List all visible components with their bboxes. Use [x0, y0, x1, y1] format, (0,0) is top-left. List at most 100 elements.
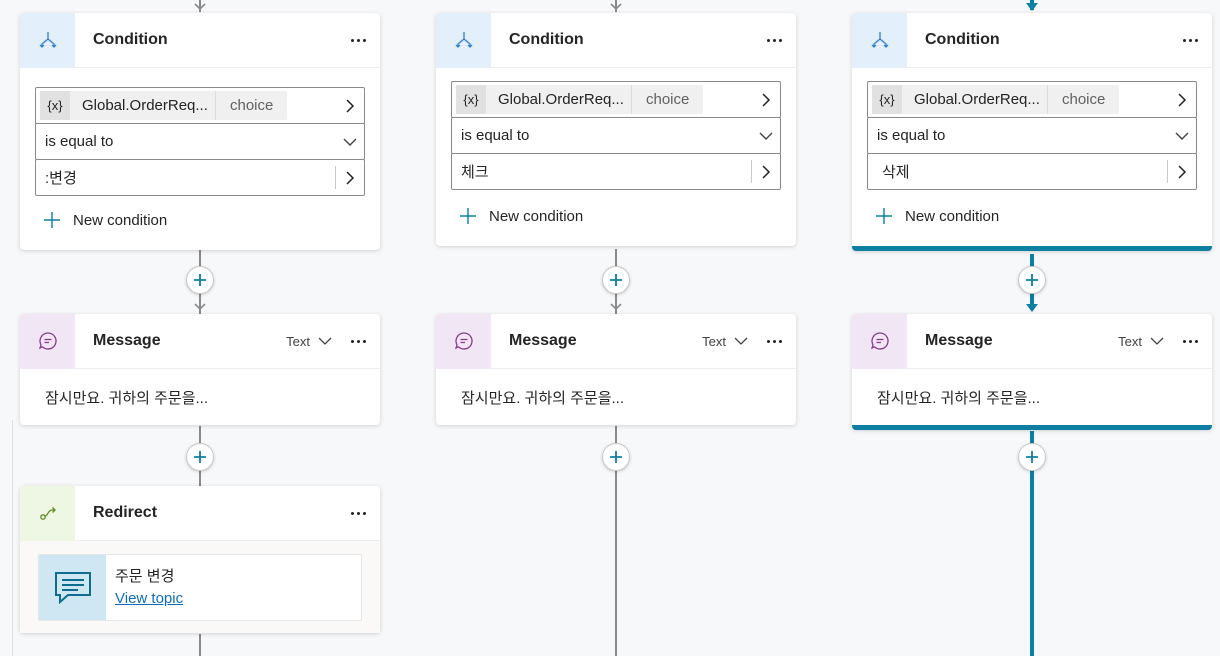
- branch-icon: [852, 12, 907, 68]
- add-node-button[interactable]: [186, 443, 214, 471]
- more-options-icon[interactable]: [340, 22, 376, 58]
- format-dropdown[interactable]: Text: [286, 334, 332, 349]
- condition-card[interactable]: Condition {x} Global.OrderReq... choice …: [20, 12, 380, 250]
- branch-icon: [436, 12, 491, 68]
- operator-value: is equal to: [877, 127, 946, 144]
- variable-field[interactable]: {x} Global.OrderReq... choice: [451, 81, 781, 118]
- new-condition-button[interactable]: New condition: [867, 198, 1197, 234]
- operator-value: is equal to: [45, 133, 114, 150]
- chevron-right-icon[interactable]: [752, 164, 780, 180]
- variable-type: choice: [215, 91, 287, 120]
- value-field[interactable]: :변경: [35, 159, 365, 196]
- connector-arrow-icon: [609, 2, 623, 12]
- chevron-down-icon: [318, 337, 332, 345]
- operator-dropdown[interactable]: is equal to: [867, 117, 1197, 154]
- operator-dropdown[interactable]: is equal to: [35, 123, 365, 160]
- plus-icon: [194, 451, 206, 463]
- add-node-button[interactable]: [602, 266, 630, 294]
- condition-header: Condition: [852, 12, 1212, 68]
- branch-icon: [20, 12, 75, 68]
- authoring-canvas[interactable]: Condition {x} Global.OrderReq... choice …: [0, 0, 1220, 656]
- add-node-button[interactable]: [602, 443, 630, 471]
- plus-icon: [1026, 274, 1038, 286]
- plus-icon: [610, 451, 622, 463]
- connector-arrow-icon: [609, 302, 623, 312]
- branch-column-3: Condition {x} Global.OrderReq... choice …: [852, 0, 1212, 656]
- chevron-down-icon[interactable]: [752, 131, 780, 141]
- chat-bubble-icon: [852, 313, 907, 369]
- chevron-right-icon[interactable]: [1168, 92, 1196, 108]
- condition-title: Condition: [93, 31, 168, 48]
- variable-name: Global.OrderReq...: [82, 97, 208, 114]
- variable-token[interactable]: {x} Global.OrderReq... choice: [872, 85, 1120, 114]
- variable-icon: {x}: [456, 85, 486, 114]
- message-title: Message: [93, 332, 161, 349]
- variable-field[interactable]: {x} Global.OrderReq... choice: [35, 87, 365, 124]
- message-text[interactable]: 잠시만요. 귀하의 주문을...: [436, 369, 796, 425]
- branch-column-1: Condition {x} Global.OrderReq... choice …: [20, 0, 380, 656]
- add-node-button[interactable]: [1018, 443, 1046, 471]
- chevron-down-icon[interactable]: [336, 137, 364, 147]
- chevron-right-icon[interactable]: [752, 92, 780, 108]
- value-field[interactable]: 체크: [451, 153, 781, 190]
- more-options-icon[interactable]: [1172, 323, 1208, 359]
- value-text[interactable]: :변경: [36, 167, 335, 188]
- operator-dropdown[interactable]: is equal to: [451, 117, 781, 154]
- message-card[interactable]: Message Text 잠시만요. 귀하의 주문을...: [20, 313, 380, 425]
- variable-name: Global.OrderReq...: [498, 91, 624, 108]
- variable-token[interactable]: {x} Global.OrderReq... choice: [456, 85, 704, 114]
- message-card-selected[interactable]: Message Text 잠시만요. 귀하의 주문을...: [852, 313, 1212, 430]
- plus-icon: [1026, 451, 1038, 463]
- value-field[interactable]: 삭제: [867, 153, 1197, 190]
- redirect-title: Redirect: [93, 504, 158, 521]
- more-options-icon[interactable]: [340, 323, 376, 359]
- chevron-down-icon: [734, 337, 748, 345]
- chevron-right-icon[interactable]: [336, 98, 364, 114]
- message-card[interactable]: Message Text 잠시만요. 귀하의 주문을...: [436, 313, 796, 425]
- branch-column-2: Condition {x} Global.OrderReq... choice …: [436, 0, 796, 656]
- format-label: Text: [1118, 333, 1142, 349]
- topic-name: 주문 변경: [115, 568, 175, 585]
- more-options-icon[interactable]: [1172, 22, 1208, 58]
- more-options-icon[interactable]: [340, 495, 376, 531]
- variable-name: Global.OrderReq...: [914, 91, 1040, 108]
- condition-card-selected[interactable]: Condition {x} Global.OrderReq... choice …: [852, 12, 1212, 251]
- redirect-card[interactable]: Redirect 주문 변경 View topic: [20, 485, 380, 633]
- plus-icon: [44, 212, 60, 228]
- message-header: Message Text: [436, 313, 796, 369]
- chevron-right-icon[interactable]: [1168, 164, 1196, 180]
- more-options-icon[interactable]: [756, 323, 792, 359]
- connector-arrow-icon: [1025, 0, 1039, 11]
- view-topic-link[interactable]: View topic: [115, 590, 183, 607]
- message-text[interactable]: 잠시만요. 귀하의 주문을...: [20, 369, 380, 425]
- canvas-edge-line: [12, 420, 13, 656]
- connector-line: [199, 634, 201, 656]
- plus-icon: [876, 208, 892, 224]
- format-dropdown[interactable]: Text: [1118, 334, 1164, 349]
- more-options-icon[interactable]: [756, 22, 792, 58]
- condition-title: Condition: [509, 31, 584, 48]
- format-label: Text: [702, 333, 726, 349]
- variable-field[interactable]: {x} Global.OrderReq... choice: [867, 81, 1197, 118]
- message-title: Message: [509, 332, 577, 349]
- chevron-right-icon[interactable]: [336, 170, 364, 186]
- chat-bubble-icon: [436, 313, 491, 369]
- add-node-button[interactable]: [1018, 266, 1046, 294]
- add-node-button[interactable]: [186, 266, 214, 294]
- variable-token[interactable]: {x} Global.OrderReq... choice: [40, 91, 288, 120]
- condition-header: Condition: [20, 12, 380, 68]
- new-condition-button[interactable]: New condition: [451, 198, 781, 234]
- format-dropdown[interactable]: Text: [702, 334, 748, 349]
- variable-type: choice: [631, 85, 703, 114]
- plus-icon: [194, 274, 206, 286]
- connector-arrow-icon: [193, 302, 207, 312]
- message-text[interactable]: 잠시만요. 귀하의 주문을...: [852, 369, 1212, 425]
- value-text[interactable]: 체크: [452, 161, 751, 182]
- redirect-topic[interactable]: 주문 변경 View topic: [38, 554, 362, 621]
- condition-card[interactable]: Condition {x} Global.OrderReq... choice …: [436, 12, 796, 246]
- operator-value: is equal to: [461, 127, 530, 144]
- new-condition-button[interactable]: New condition: [35, 202, 365, 238]
- chevron-down-icon[interactable]: [1168, 131, 1196, 141]
- connector-arrow-icon: [193, 2, 207, 12]
- value-text[interactable]: 삭제: [868, 161, 1167, 182]
